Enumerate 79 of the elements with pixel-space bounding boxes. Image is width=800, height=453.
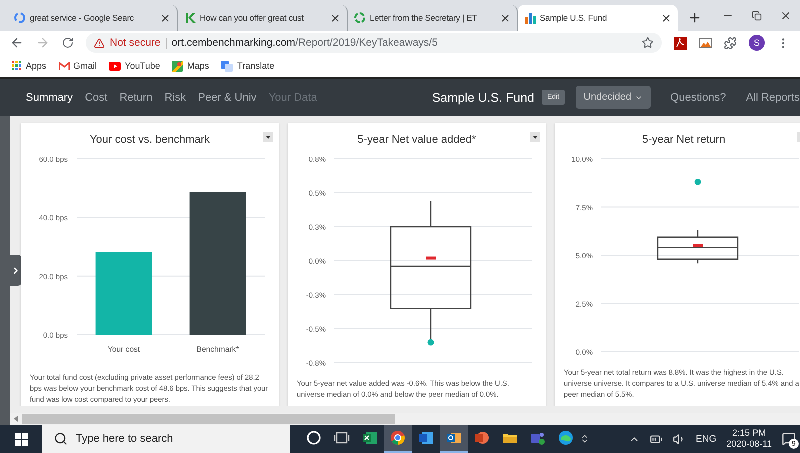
data-point (693, 244, 703, 248)
windows-logo-icon (14, 432, 28, 446)
slides-app-icon[interactable] (474, 430, 490, 446)
browser-tab[interactable]: Sample U.S. Fund (518, 5, 678, 31)
taskbar-search-field[interactable]: Type here to search (42, 425, 290, 453)
bar-chart-icon (524, 12, 536, 24)
warning-icon (94, 38, 105, 48)
translate-icon (221, 60, 234, 72)
data-point (426, 256, 436, 260)
circle-icon[interactable] (306, 430, 322, 446)
play-icon (109, 62, 122, 70)
status-dropdown[interactable]: Undecided (576, 86, 651, 109)
bookmark-link[interactable]: Maps (187, 61, 210, 71)
bookmark-link[interactable]: Gmail (74, 61, 98, 71)
browser-tab[interactable]: How can you offer great cust (178, 5, 348, 31)
task-view-icon[interactable] (334, 430, 350, 446)
tab-title: How can you offer great cust (200, 13, 305, 23)
nav-link[interactable]: Questions? (670, 92, 726, 104)
nav-link[interactable]: All Reports (746, 92, 800, 104)
tab-title: Sample U.S. Fund (540, 13, 608, 23)
tab-title: great service - Google Searc (30, 13, 135, 23)
scroll-arrows-icon[interactable] (580, 434, 590, 444)
bookmark-link[interactable]: Translate (237, 61, 275, 71)
browser-app-icon[interactable] (390, 430, 406, 446)
profile-avatar[interactable]: S (749, 35, 765, 51)
mail-app-icon[interactable] (446, 430, 462, 446)
nav-tab[interactable]: Risk (164, 92, 186, 104)
reload-icon[interactable] (62, 37, 74, 49)
chevron-right-icon (11, 266, 21, 276)
caret-icon (532, 136, 538, 138)
caret-icon (266, 136, 270, 138)
apps-grid-icon (12, 61, 22, 71)
fund-title: Sample U.S. Fund (432, 90, 534, 104)
card-title: 5-year Net return (641, 133, 727, 148)
close-icon[interactable] (661, 12, 672, 24)
pdf-extension-icon[interactable] (674, 36, 687, 50)
tab-title: Letter from the Secretary | ET (370, 13, 478, 23)
card-title: Your cost vs. benchmark (88, 133, 212, 148)
address-bar[interactable]: Not secure ort.cembenchmarking.com/Report/2019/KeyTakeaways/5 (86, 33, 662, 53)
google-logo-icon (14, 12, 26, 24)
security-label: Not secure (110, 37, 161, 49)
browser-tab[interactable]: great service - Google Searc (8, 5, 178, 31)
close-icon[interactable] (330, 12, 341, 24)
bookmark-link[interactable]: YouTube (125, 61, 160, 71)
globe-app-icon[interactable] (558, 430, 574, 446)
language-indicator[interactable]: ENG (696, 434, 717, 444)
nav-tab[interactable]: Summary (26, 92, 74, 104)
nav-tab[interactable]: Return (120, 92, 153, 104)
card-menu-button[interactable] (530, 132, 540, 142)
search-icon (54, 432, 68, 446)
star-icon[interactable] (642, 37, 654, 49)
card-menu-button[interactable] (263, 132, 273, 142)
bookmark-link[interactable]: Apps (26, 61, 47, 71)
chat-app-icon[interactable] (530, 430, 546, 446)
data-point (428, 339, 434, 346)
close-icon[interactable] (160, 12, 171, 24)
close-icon[interactable] (780, 10, 792, 22)
notifications-icon[interactable] (782, 432, 796, 446)
url-text: ort.cembenchmarking.com/Report/2019/KeyTakeaways/5 (172, 37, 438, 49)
back-icon[interactable] (10, 36, 24, 50)
expand-panel-button[interactable] (10, 255, 22, 286)
taskbar-clock[interactable]: 2:15 PM 2020-08-11 (726, 428, 772, 450)
scroll-left-icon[interactable] (14, 416, 18, 422)
battery-icon[interactable] (650, 432, 664, 446)
card-title: 5-year Net value added* (356, 133, 478, 148)
nav-tab[interactable]: Peer & Univ (198, 92, 257, 104)
mail-icon (58, 62, 70, 70)
data-point (694, 178, 702, 186)
spreadsheet-app-icon[interactable] (362, 430, 378, 446)
document-app-icon[interactable] (418, 430, 434, 446)
new-tab-icon[interactable] (688, 11, 702, 25)
extensions-icon[interactable] (724, 36, 737, 50)
close-icon[interactable] (500, 12, 511, 24)
nav-tab[interactable]: Cost (85, 92, 108, 104)
map-icon (172, 60, 184, 72)
k-logo-icon (184, 12, 196, 24)
ring-logo-icon (354, 12, 366, 24)
image-extension-icon[interactable] (699, 37, 712, 49)
restore-icon[interactable] (752, 10, 762, 20)
